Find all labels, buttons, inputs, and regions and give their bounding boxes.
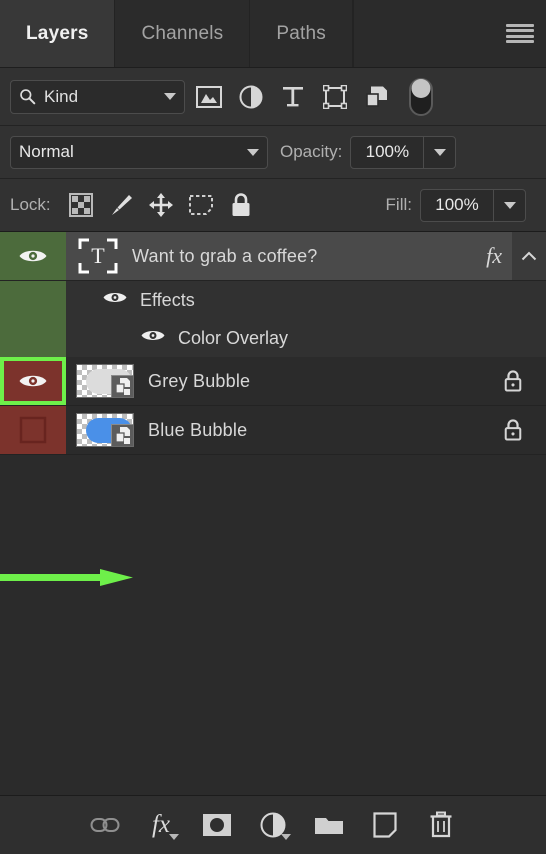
layer-lock-indicator[interactable]: [480, 418, 546, 442]
lock-label: Lock:: [10, 195, 51, 214]
fx-label: fx: [151, 811, 171, 838]
eye-icon: [103, 293, 127, 302]
layer-filter-row: Kind: [0, 68, 546, 126]
new-adjustment-layer-icon[interactable]: [256, 808, 291, 842]
effects-visibility-spacer: [0, 281, 66, 319]
hamburger-menu-icon[interactable]: [506, 23, 534, 44]
layer-name: Want to grab a coffee?: [132, 245, 318, 266]
layer-row-blue-bubble[interactable]: Blue Bubble: [66, 406, 546, 454]
lock-all-icon[interactable]: [221, 188, 261, 222]
layer-visibility-toggle-blue-bubble[interactable]: [0, 406, 66, 454]
filter-kind-dropdown[interactable]: Kind: [10, 79, 185, 114]
layer-thumbnail[interactable]: [76, 413, 134, 447]
filter-kind-label: Kind: [44, 86, 79, 106]
lock-nesting-icon[interactable]: [181, 188, 221, 222]
layer-fx-group: fx: [486, 232, 546, 280]
add-layer-style-icon[interactable]: fx: [144, 808, 179, 842]
layer-name: Grey Bubble: [148, 370, 251, 391]
fill-field[interactable]: 100%: [420, 188, 526, 222]
table-row[interactable]: Grey Bubble: [0, 357, 546, 406]
table-row[interactable]: T Want to grab a coffee? fx: [0, 232, 546, 281]
tab-paths-label: Paths: [276, 22, 326, 44]
type-layer-thumbnail[interactable]: T: [78, 238, 118, 274]
type-layer-filter-icon[interactable]: [275, 80, 311, 114]
new-group-icon[interactable]: [312, 808, 346, 842]
opacity-value: 100%: [365, 142, 410, 161]
layer-fx-indicator[interactable]: fx: [486, 243, 512, 269]
chevron-down-icon: [281, 834, 291, 840]
chevron-up-icon: [521, 251, 537, 261]
pixel-layer-filter-icon[interactable]: [191, 80, 227, 114]
blend-mode-dropdown[interactable]: Normal: [10, 135, 268, 169]
filter-toggle-knob: [411, 78, 431, 98]
tab-layers[interactable]: Layers: [0, 0, 116, 67]
adjustment-layer-filter-icon[interactable]: [233, 80, 269, 114]
smart-object-badge-icon: [111, 424, 133, 446]
add-layer-mask-icon[interactable]: [200, 808, 234, 842]
opacity-dropdown-arrow[interactable]: [423, 136, 455, 168]
eye-icon: [141, 331, 165, 340]
eye-icon: [19, 375, 47, 387]
tab-channels-label: Channels: [141, 22, 224, 44]
effects-row[interactable]: Effects: [66, 281, 546, 319]
layer-thumbnail[interactable]: [76, 364, 134, 398]
layer-visibility-toggle-grey-bubble[interactable]: [0, 357, 66, 405]
list-item[interactable]: Effects: [0, 281, 546, 319]
chevron-down-icon: [433, 148, 446, 156]
layers-panel: Layers Channels Paths Kind Normal Opacit…: [0, 0, 546, 854]
blend-mode-row: Normal Opacity: 100%: [0, 126, 546, 179]
layer-name: Blue Bubble: [148, 419, 248, 440]
opacity-field[interactable]: 100%: [350, 135, 457, 169]
search-icon: [20, 89, 36, 105]
tab-layers-label: Layers: [26, 22, 89, 44]
chevron-down-icon: [503, 201, 516, 209]
color-overlay-row[interactable]: Color Overlay: [66, 319, 546, 357]
lock-image-pixels-icon[interactable]: [101, 188, 141, 222]
layer-lock-indicator[interactable]: [480, 369, 546, 393]
annotation-arrow: [0, 569, 133, 586]
delete-layer-icon[interactable]: [424, 808, 458, 842]
tab-paths[interactable]: Paths: [250, 0, 353, 67]
chevron-down-icon: [164, 93, 176, 100]
layer-list: T Want to grab a coffee? fx Effects Colo…: [0, 232, 546, 795]
new-layer-icon[interactable]: [368, 808, 402, 842]
layer-panel-bottom-bar: fx: [0, 795, 546, 854]
color-overlay-label: Color Overlay: [178, 327, 289, 348]
lock-icon: [504, 370, 522, 392]
fill-value: 100%: [435, 195, 479, 214]
fill-label: Fill:: [385, 195, 412, 214]
shape-layer-filter-icon[interactable]: [317, 80, 353, 114]
panel-tab-bar: Layers Channels Paths: [0, 0, 546, 68]
layer-expand-toggle[interactable]: [512, 232, 546, 280]
table-row[interactable]: Blue Bubble: [0, 406, 546, 455]
effects-label: Effects: [140, 289, 195, 310]
color-overlay-visibility-toggle[interactable]: [140, 327, 166, 349]
layer-row-grey-bubble[interactable]: Grey Bubble: [66, 357, 546, 405]
filter-toggle-switch[interactable]: [409, 77, 433, 116]
chevron-down-icon: [247, 148, 259, 156]
link-layers-icon[interactable]: [88, 808, 122, 842]
effects-visibility-toggle[interactable]: [102, 289, 128, 311]
blend-mode-value: Normal: [19, 142, 74, 161]
list-item[interactable]: Color Overlay: [0, 319, 546, 357]
lock-transparent-pixels-icon[interactable]: [61, 188, 101, 222]
fill-dropdown-arrow[interactable]: [493, 189, 525, 221]
lock-position-icon[interactable]: [141, 188, 181, 222]
lock-icon: [504, 419, 522, 441]
layer-row-text[interactable]: T Want to grab a coffee? fx: [66, 232, 546, 280]
eye-icon: [19, 250, 47, 262]
chevron-down-icon: [169, 834, 179, 840]
smart-object-filter-icon[interactable]: [359, 80, 395, 114]
tab-channels[interactable]: Channels: [115, 0, 251, 67]
color-overlay-visibility-spacer: [0, 319, 66, 357]
eye-hidden-icon: [19, 416, 47, 444]
opacity-label: Opacity:: [280, 142, 343, 161]
lock-row: Lock: Fill: 100%: [0, 179, 546, 232]
layer-visibility-toggle-text[interactable]: [0, 232, 66, 280]
smart-object-badge-icon: [111, 375, 133, 397]
